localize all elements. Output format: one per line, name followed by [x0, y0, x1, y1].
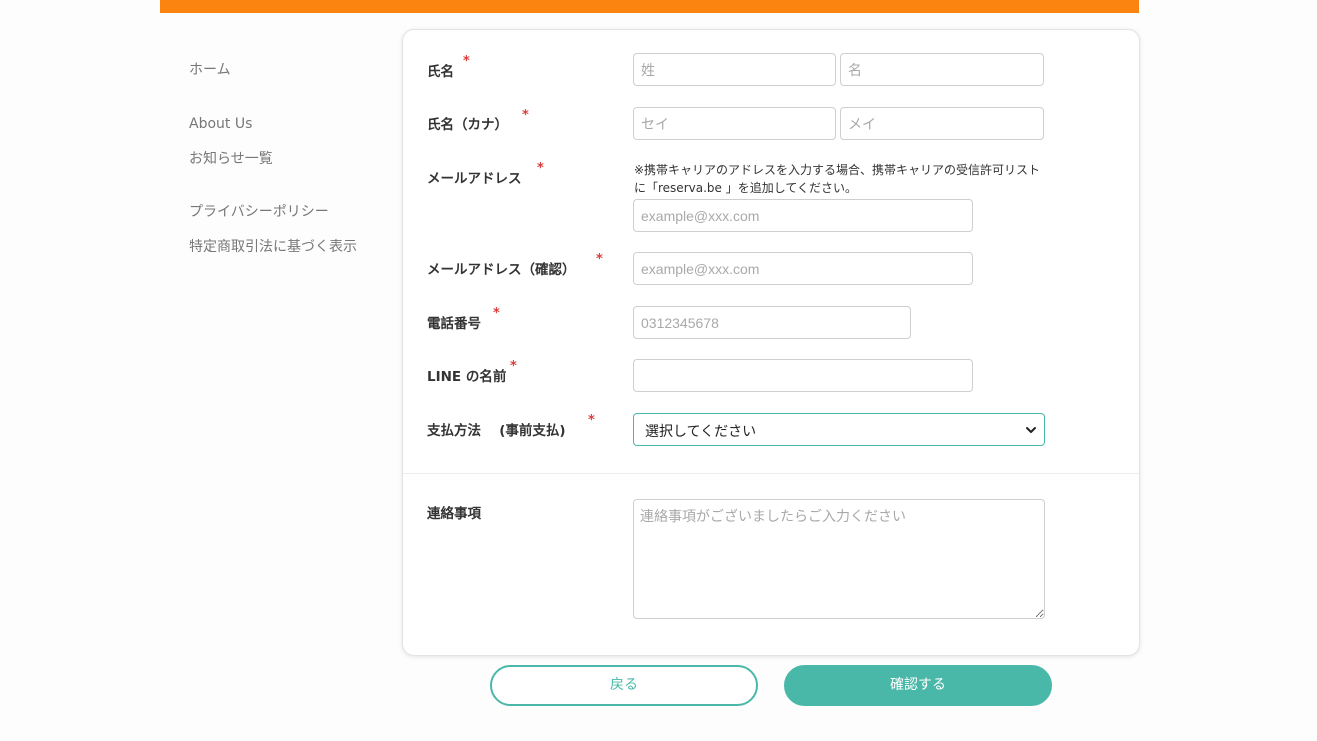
sidebar-item-about-us[interactable]: About Us: [189, 113, 252, 135]
chevron-down-icon: [1026, 427, 1036, 433]
first-name-input[interactable]: [840, 53, 1044, 86]
required-mark: *: [463, 54, 470, 69]
first-name-kana-input[interactable]: [840, 107, 1044, 140]
line-name-label: LINE の名前: [427, 369, 507, 385]
email-confirm-label: メールアドレス（確認）: [427, 262, 576, 278]
payment-method-selected-value: 選択してください: [645, 424, 757, 440]
reservation-form-card: 氏名 * 氏名（カナ） * メールアドレス * ※携帯キャリアのアドレスを入力す…: [402, 29, 1140, 656]
kana-name-label: 氏名（カナ）: [427, 117, 508, 133]
section-divider: [403, 473, 1139, 474]
last-name-input[interactable]: [633, 53, 836, 86]
required-mark: *: [537, 161, 544, 176]
sidebar-item-home[interactable]: ホーム: [189, 59, 231, 81]
email-input[interactable]: [633, 199, 973, 232]
top-accent-bar: [160, 0, 1139, 13]
back-button[interactable]: 戻る: [490, 665, 758, 706]
email-label: メールアドレス: [427, 171, 522, 187]
required-mark: *: [493, 306, 500, 321]
required-mark: *: [522, 108, 529, 123]
sidebar-item-privacy-policy[interactable]: プライバシーポリシー: [189, 201, 329, 223]
phone-input[interactable]: [633, 306, 911, 339]
sidebar-item-news-list[interactable]: お知らせ一覧: [189, 148, 273, 170]
email-carrier-note: ※携帯キャリアのアドレスを入力する場合、携帯キャリアの受信許可リストに「rese…: [634, 163, 1041, 195]
confirm-button[interactable]: 確認する: [784, 665, 1052, 706]
required-mark: *: [588, 413, 595, 428]
payment-method-select[interactable]: 選択してください: [633, 413, 1045, 446]
payment-method-label: 支払方法 (事前支払): [427, 423, 566, 439]
required-mark: *: [596, 252, 603, 267]
email-confirm-input[interactable]: [633, 252, 973, 285]
name-label: 氏名: [427, 64, 454, 80]
sidebar-item-commercial-transactions[interactable]: 特定商取引法に基づく表示: [189, 236, 359, 258]
last-name-kana-input[interactable]: [633, 107, 836, 140]
contact-notes-textarea[interactable]: [633, 499, 1045, 619]
contact-notes-label: 連絡事項: [427, 506, 481, 522]
phone-label: 電話番号: [427, 316, 481, 332]
required-mark: *: [510, 359, 517, 374]
line-name-input[interactable]: [633, 359, 973, 392]
